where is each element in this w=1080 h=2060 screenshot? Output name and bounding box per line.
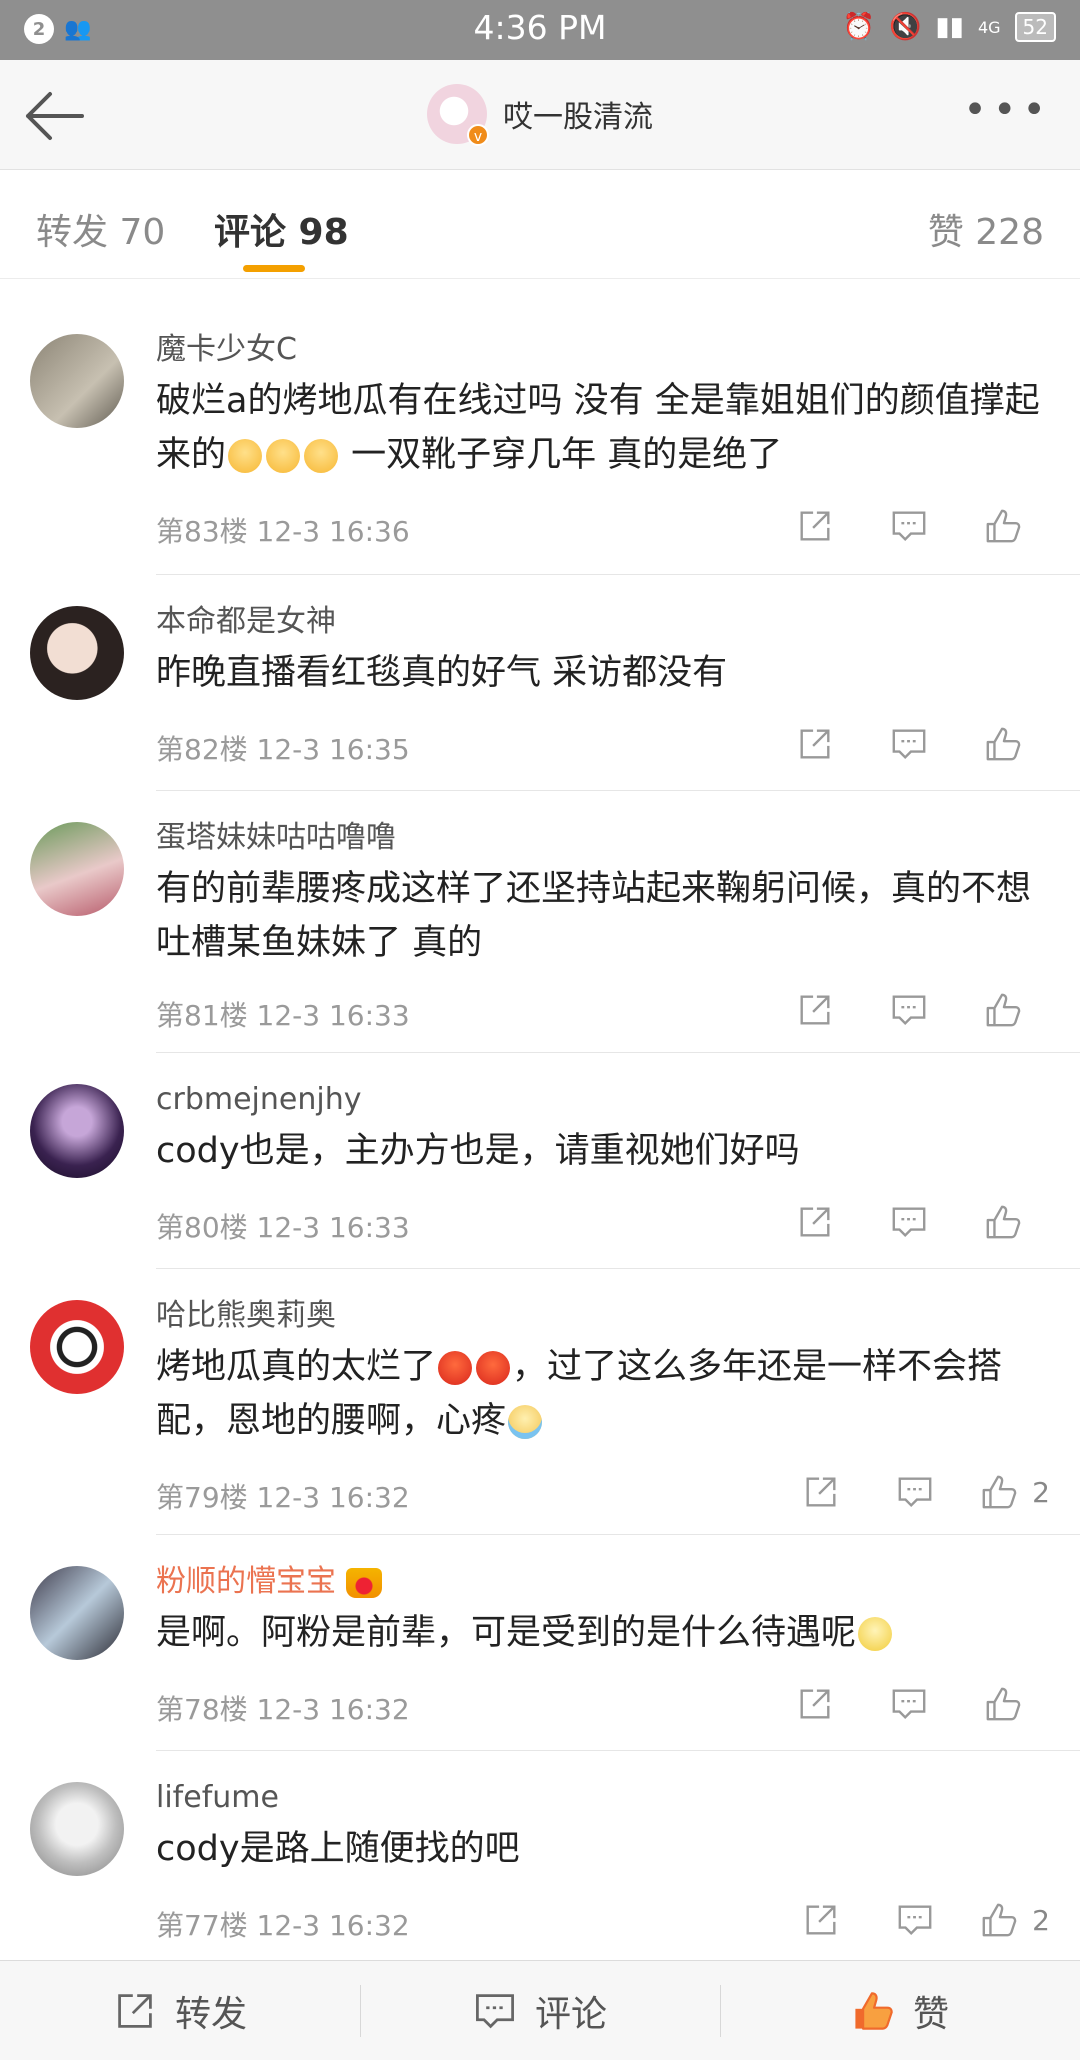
like-count: 2: [1032, 1475, 1050, 1509]
comment-meta: 第78楼 12-3 16:32: [156, 1693, 410, 1726]
like-post-button[interactable]: 赞: [720, 1961, 1080, 2060]
comment-item: 魔卡少女C 破烂a的烤地瓜有在线过吗 没有 全是靠姐姐们的颜值撑起来的 一双靴子…: [0, 290, 1080, 576]
comment-item: crbmejnenjhy cody也是，主办方也是，请重视她们好吗 第80楼 1…: [0, 1054, 1080, 1270]
commenter-name[interactable]: crbmejnenjhy: [156, 1080, 1050, 1120]
commenter-name-text: 粉顺的懵宝宝: [156, 1564, 336, 1599]
author-name[interactable]: 哎一股清流: [503, 92, 653, 136]
tab-bar: 转发 70 评论 98 赞 228: [0, 171, 1080, 279]
avatar[interactable]: [30, 1300, 124, 1394]
like-icon: [982, 1903, 1017, 1937]
like-icon[interactable]: [956, 988, 1050, 1032]
crying-emoji-icon: [228, 439, 263, 473]
commenter-name[interactable]: 粉顺的懵宝宝: [156, 1562, 1050, 1602]
avatar[interactable]: [30, 822, 124, 916]
comment-meta: 第81楼 12-3 16:33: [156, 999, 410, 1032]
like-label: 赞: [912, 1993, 949, 2035]
avatar[interactable]: [30, 1084, 124, 1178]
alarm-icon: ⏰: [842, 12, 875, 42]
avatar[interactable]: [30, 1566, 124, 1660]
crying-emoji-icon: [266, 439, 301, 473]
like-button[interactable]: 2: [962, 1901, 1050, 1939]
comment-meta: 第77楼 12-3 16:32: [156, 1909, 410, 1942]
avatar[interactable]: [30, 606, 124, 700]
verified-badge: v: [467, 124, 489, 146]
tab-like[interactable]: 赞 228: [928, 203, 1044, 255]
comment-text: 昨晚直播看红毯真的好气 采访都没有: [156, 653, 728, 693]
like-icon[interactable]: [956, 722, 1050, 766]
comment-text-part: 一双靴子穿几年 真的是绝了: [340, 435, 783, 475]
reply-icon[interactable]: [862, 504, 956, 548]
tab-repost[interactable]: 转发 70: [36, 203, 165, 255]
share-icon[interactable]: [774, 1898, 868, 1942]
crown-badge-icon: [346, 1567, 382, 1598]
avatar[interactable]: [30, 334, 124, 428]
angry-emoji-icon: [476, 1351, 511, 1385]
comment-item: 本命都是女神 昨晚直播看红毯真的好气 采访都没有 第82楼 12-3 16:35: [0, 576, 1080, 792]
share-icon[interactable]: [768, 504, 862, 548]
like-button[interactable]: 2: [962, 1473, 1050, 1511]
comment-meta: 第80楼 12-3 16:33: [156, 1211, 410, 1244]
comment-text-part: 是啊。阿粉是前辈，可是受到的是什么待遇呢: [156, 1613, 857, 1653]
like-count: 2: [1032, 1903, 1050, 1937]
comment-list: 魔卡少女C 破烂a的烤地瓜有在线过吗 没有 全是靠姐姐们的颜值撑起来的 一双靴子…: [0, 290, 1080, 1968]
like-icon: [982, 1475, 1017, 1509]
share-icon[interactable]: [768, 722, 862, 766]
comment-text: cody也是，主办方也是，请重视她们好吗: [156, 1131, 800, 1171]
status-bar: 2 👥 4:36 PM ⏰ 🔇 ▮▮ 4G 52: [0, 0, 1080, 60]
angry-emoji-icon: [438, 1351, 473, 1385]
reply-icon[interactable]: [868, 1898, 962, 1942]
reply-icon[interactable]: [862, 1200, 956, 1244]
signal-icon: ▮▮: [935, 12, 964, 42]
comment-item: 哈比熊奥莉奥 烤地瓜真的太烂了 ，过了这么多年还是一样不会搭配，恩地的腰啊，心疼 …: [0, 1270, 1080, 1536]
repost-button[interactable]: 转发: [0, 1961, 360, 2060]
author-avatar[interactable]: v: [427, 84, 489, 146]
share-icon[interactable]: [768, 988, 862, 1032]
reply-icon[interactable]: [862, 1682, 956, 1726]
comment-text: 是啊。阿粉是前辈，可是受到的是什么待遇呢: [156, 1606, 1050, 1660]
more-options-icon[interactable]: •••: [963, 90, 1052, 130]
comment-item: lifefume cody是路上随便找的吧 第77楼 12-3 16:32 2: [0, 1752, 1080, 1968]
reply-icon[interactable]: [862, 722, 956, 766]
like-filled-icon: [855, 1991, 893, 2030]
sobbing-emoji-icon: [508, 1405, 543, 1439]
comment-icon: [476, 1993, 514, 2028]
reply-icon[interactable]: [862, 988, 956, 1032]
comment-item: 粉顺的懵宝宝 是啊。阿粉是前辈，可是受到的是什么待遇呢 第78楼 12-3 16…: [0, 1536, 1080, 1752]
commenter-name[interactable]: 魔卡少女C: [156, 330, 1050, 370]
like-icon[interactable]: [956, 1200, 1050, 1244]
bottom-action-bar: 转发 评论 赞: [0, 1960, 1080, 2060]
reply-icon[interactable]: [868, 1470, 962, 1514]
like-icon[interactable]: [956, 1682, 1050, 1726]
share-icon: [118, 1993, 152, 2028]
top-navigation-bar: v 哎一股清流 •••: [0, 60, 1080, 170]
active-tab-indicator: [243, 265, 305, 272]
comment-meta: 第82楼 12-3 16:35: [156, 733, 410, 766]
comment-button[interactable]: 评论: [360, 1961, 720, 2060]
comment-meta: 第79楼 12-3 16:32: [156, 1481, 410, 1514]
commenter-name[interactable]: lifefume: [156, 1778, 1050, 1818]
like-icon[interactable]: [956, 504, 1050, 548]
comment-text: 有的前辈腰疼成这样了还坚持站起来鞠躬问候，真的不想吐槽某鱼妹妹了 真的: [156, 869, 1032, 963]
commenter-name[interactable]: 蛋塔妹妹咕咕噜噜: [156, 818, 1050, 858]
battery-level: 52: [1014, 12, 1056, 42]
comment-text-part: 烤地瓜真的太烂了: [156, 1347, 437, 1387]
commenter-name[interactable]: 本命都是女神: [156, 602, 1050, 642]
avatar[interactable]: [30, 1782, 124, 1876]
commenter-name[interactable]: 哈比熊奥莉奥: [156, 1296, 1050, 1336]
share-icon[interactable]: [768, 1682, 862, 1726]
comment-text: cody是路上随便找的吧: [156, 1829, 520, 1869]
tab-comment[interactable]: 评论 98: [214, 203, 349, 255]
comment-text: 破烂a的烤地瓜有在线过吗 没有 全是靠姐姐们的颜值撑起来的 一双靴子穿几年 真的…: [156, 374, 1050, 482]
comment-label: 评论: [534, 1993, 607, 2035]
mute-icon: 🔇: [888, 12, 922, 42]
network-type: 4G: [977, 17, 1001, 37]
smile-emoji-icon: [858, 1617, 893, 1651]
share-icon[interactable]: [768, 1200, 862, 1244]
crying-emoji-icon: [304, 439, 339, 473]
share-icon[interactable]: [774, 1470, 868, 1514]
comment-item: 蛋塔妹妹咕咕噜噜 有的前辈腰疼成这样了还坚持站起来鞠躬问候，真的不想吐槽某鱼妹妹…: [0, 792, 1080, 1054]
comment-meta: 第83楼 12-3 16:36: [156, 515, 410, 548]
repost-label: 转发: [174, 1993, 247, 2035]
comment-text: 烤地瓜真的太烂了 ，过了这么多年还是一样不会搭配，恩地的腰啊，心疼: [156, 1340, 1050, 1448]
